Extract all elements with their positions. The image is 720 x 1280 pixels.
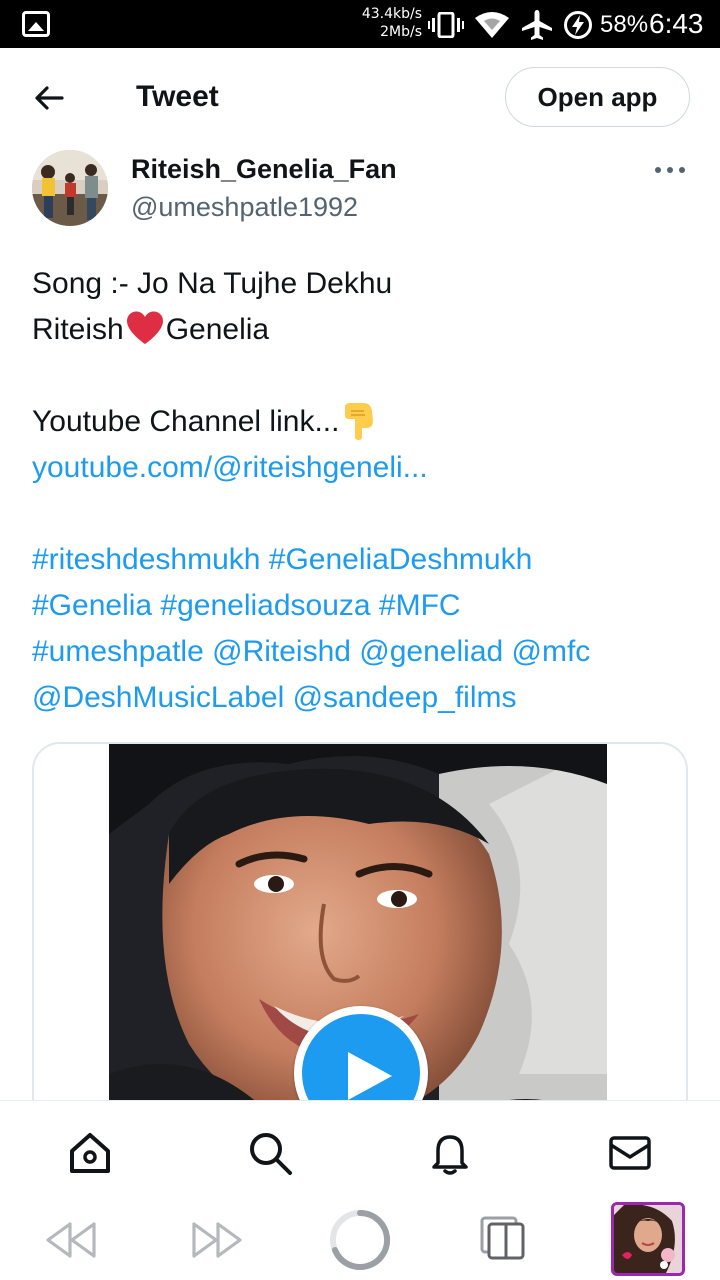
avatar[interactable]: [32, 150, 108, 226]
page-title: Tweet: [136, 80, 219, 113]
mentions-line-4[interactable]: @DeshMusicLabel @sandeep_films: [32, 675, 692, 721]
wifi-icon: [475, 12, 509, 38]
browser-back-icon[interactable]: [44, 1220, 98, 1260]
name-riteish: Riteish: [32, 313, 124, 346]
status-bar: 43.4kb/s 2Mb/s 58% 6:43: [0, 0, 720, 48]
avatar-image: [32, 150, 108, 226]
play-icon: [348, 1052, 392, 1100]
speed-up: 43.4kb/s: [361, 6, 422, 22]
youtube-link[interactable]: youtube.com/@riteishgeneli...: [32, 445, 692, 491]
more-options-icon[interactable]: [650, 158, 690, 182]
hashtags-line-3[interactable]: #umeshpatle @Riteishd @geneliad @mfc: [32, 629, 692, 675]
hashtags-line-1[interactable]: #riteshdeshmukh #GeneliaDeshmukh: [32, 537, 692, 583]
gallery-icon: [22, 11, 50, 37]
notifications-icon[interactable]: [426, 1129, 474, 1177]
youtube-label: Youtube Channel link...: [32, 405, 340, 438]
search-icon[interactable]: [246, 1129, 294, 1177]
network-speed: 43.4kb/s 2Mb/s: [358, 5, 422, 41]
media-card[interactable]: [32, 742, 688, 1162]
clock: 6:43: [649, 8, 704, 39]
battery-percent: 58%: [600, 11, 649, 38]
airplane-icon: [522, 10, 552, 40]
author-handle[interactable]: @umeshpatle1992: [131, 190, 358, 224]
name-genelia: Genelia: [165, 313, 270, 346]
messages-icon[interactable]: [606, 1129, 654, 1177]
heart-emoji-icon: [126, 311, 163, 344]
loading-icon: [330, 1209, 391, 1270]
author-name[interactable]: Riteish_Genelia_Fan: [131, 152, 397, 186]
back-arrow-icon[interactable]: [28, 76, 72, 120]
bottom-navigation: [0, 1100, 720, 1200]
tweet-text: Song :- Jo Na Tujhe Dekhu Riteish Genelia…: [32, 261, 692, 721]
browser-forward-icon[interactable]: [190, 1220, 244, 1260]
hashtags-line-2[interactable]: #Genelia #geneliadsouza #MFC: [32, 583, 692, 629]
tabs-icon[interactable]: [480, 1214, 526, 1260]
top-bar: Tweet Open app: [0, 48, 720, 144]
vibrate-icon: [428, 12, 464, 38]
profile-thumbnail[interactable]: [611, 1202, 685, 1276]
open-app-button[interactable]: Open app: [505, 67, 690, 127]
battery-saver-icon: [564, 11, 592, 39]
tweet-line-youtube: Youtube Channel link...: [32, 399, 692, 445]
speed-down: 2Mb/s: [380, 24, 422, 40]
pointing-down-emoji-icon: [345, 403, 374, 440]
profile-thumbnail-image: [614, 1205, 682, 1273]
tweet-line-song: Song :- Jo Na Tujhe Dekhu: [32, 267, 393, 300]
home-icon[interactable]: [66, 1129, 114, 1177]
tweet-line-names: Riteish Genelia: [32, 307, 692, 353]
